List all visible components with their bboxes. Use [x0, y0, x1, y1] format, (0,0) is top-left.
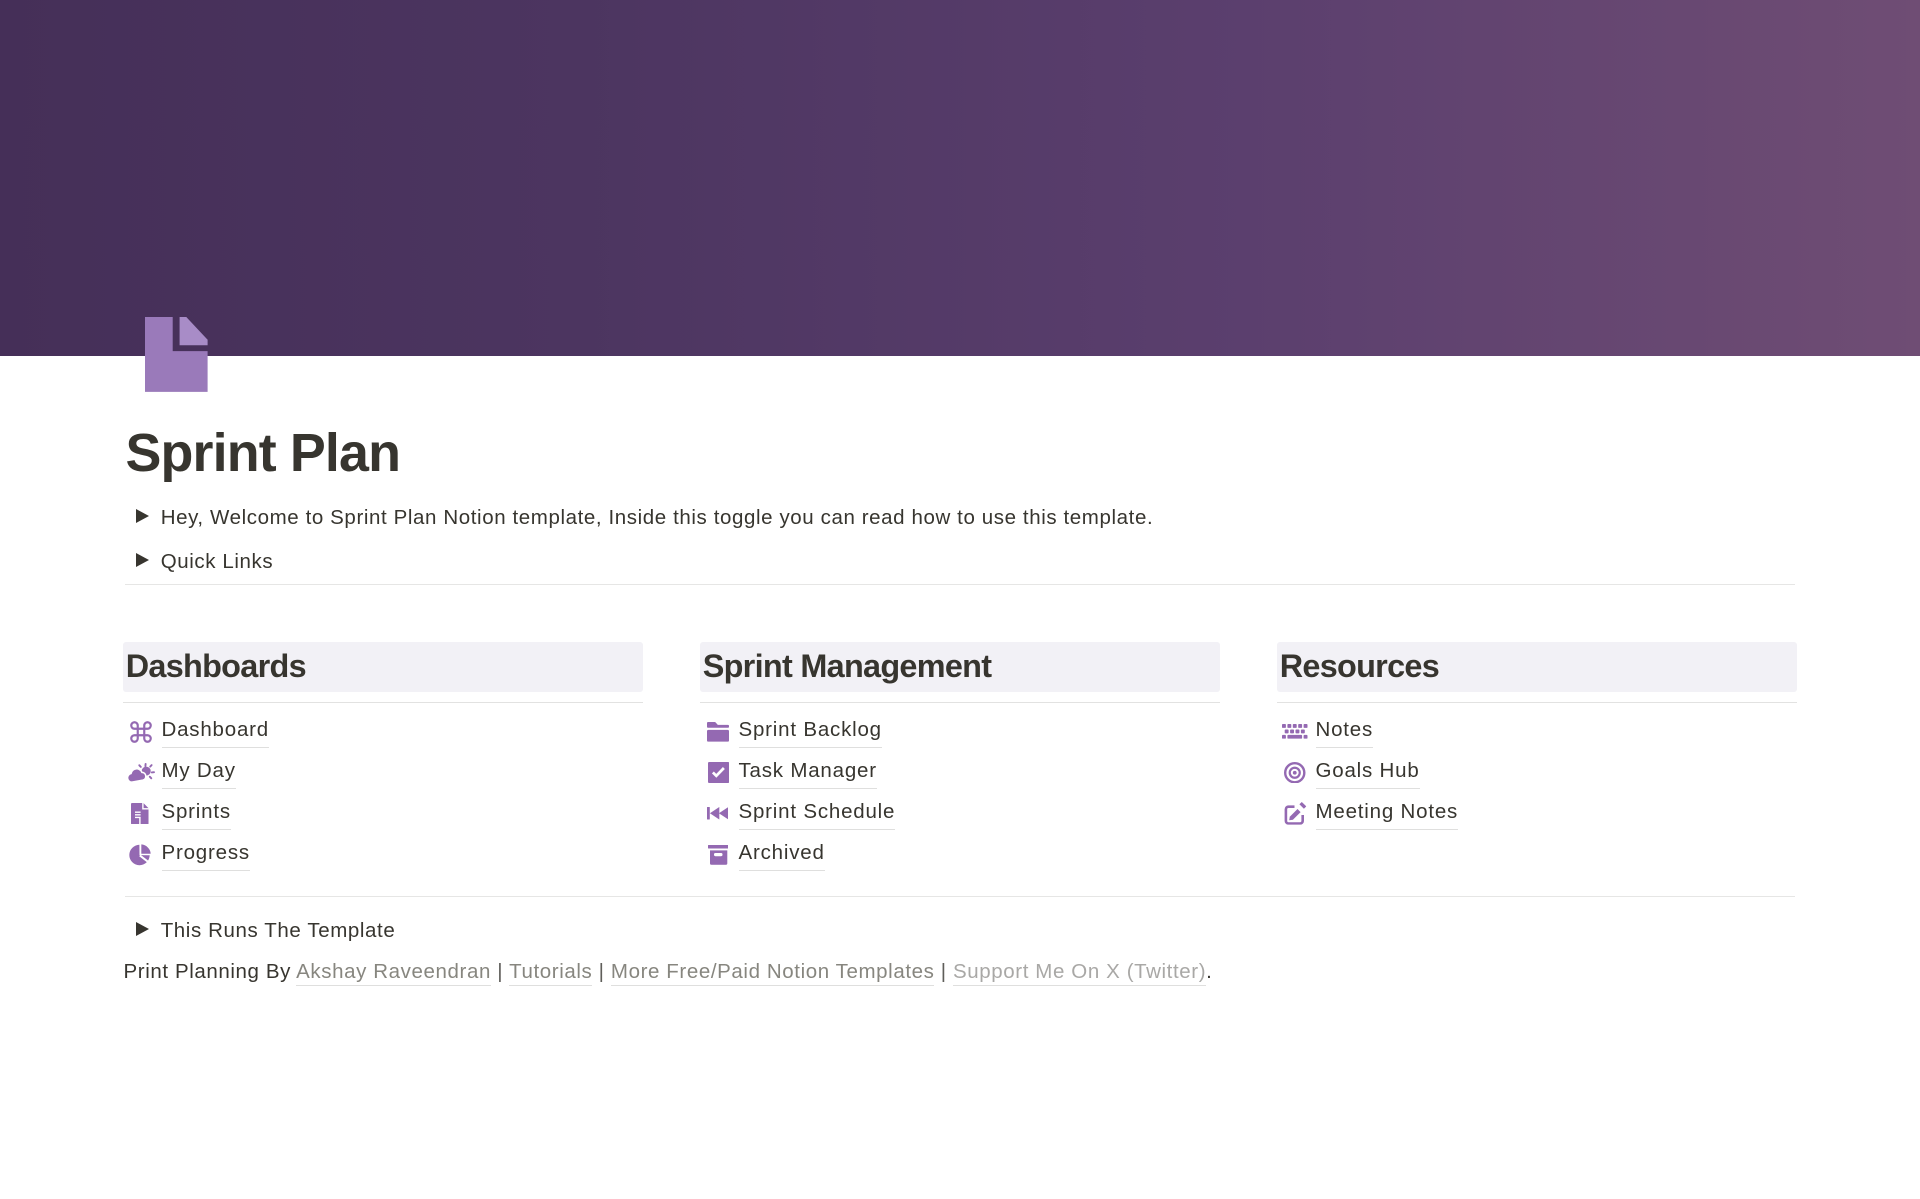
- toggle-label: Hey, Welcome to Sprint Plan Notion templ…: [161, 503, 1154, 532]
- page-link-task-manager[interactable]: Task Manager: [700, 752, 1220, 793]
- edit-icon: [1283, 793, 1307, 834]
- columns: Dashboards Dashboard My Day Sprints Prog…: [123, 642, 1797, 875]
- column-resources: Resources Notes Goals Hub Meeting Notes: [1277, 642, 1797, 875]
- toggle-quick-links[interactable]: Quick Links: [123, 540, 1797, 584]
- toggle-label: Quick Links: [161, 547, 274, 576]
- keyboard-icon: [1283, 711, 1307, 752]
- column-divider: [1277, 702, 1797, 703]
- toggle-runs-template[interactable]: This Runs The Template: [123, 908, 1797, 952]
- link-list: Dashboard My Day Sprints Progress: [123, 711, 643, 875]
- column-header-title: Resources: [1280, 648, 1439, 685]
- page-link-progress[interactable]: Progress: [123, 834, 643, 875]
- column-header: Sprint Management: [700, 642, 1220, 692]
- footer-link-tutorials[interactable]: Tutorials: [509, 960, 592, 987]
- footer-suffix: .: [1206, 960, 1212, 983]
- cover-image: [0, 0, 1920, 356]
- page-link-sprint-schedule[interactable]: Sprint Schedule: [700, 793, 1220, 834]
- column-header-title: Dashboards: [126, 648, 306, 685]
- toggle-label: This Runs The Template: [161, 916, 396, 945]
- rewind-icon: [706, 793, 730, 834]
- footer-credits: Print Planning By Akshay Raveendran | Tu…: [124, 957, 1798, 986]
- column-dashboards: Dashboards Dashboard My Day Sprints Prog…: [123, 642, 643, 875]
- sun-behind-cloud-icon: [129, 752, 153, 793]
- toggle-triangle-icon[interactable]: [130, 550, 154, 574]
- page-link-my-day[interactable]: My Day: [123, 752, 643, 793]
- archive-icon: [706, 834, 730, 875]
- column-header: Resources: [1277, 642, 1797, 692]
- column-divider: [700, 702, 1220, 703]
- footer-link-templates[interactable]: More Free/Paid Notion Templates: [611, 960, 935, 987]
- divider: [125, 584, 1795, 585]
- footer-separator: |: [491, 960, 509, 983]
- folder-icon: [706, 711, 730, 752]
- link-list: Sprint Backlog Task Manager Sprint Sched…: [700, 711, 1220, 875]
- column-header: Dashboards: [123, 642, 643, 692]
- page-link-goals-hub[interactable]: Goals Hub: [1277, 752, 1797, 793]
- column-header-title: Sprint Management: [703, 648, 992, 685]
- link-list: Notes Goals Hub Meeting Notes: [1277, 711, 1797, 834]
- page-link-sprint-backlog[interactable]: Sprint Backlog: [700, 711, 1220, 752]
- footer-link-support[interactable]: Support Me On X (Twitter): [953, 960, 1206, 987]
- toggle-triangle-icon[interactable]: [130, 506, 154, 530]
- toggle-triangle-icon[interactable]: [130, 918, 154, 942]
- page-link-dashboard[interactable]: Dashboard: [123, 711, 643, 752]
- divider: [125, 896, 1795, 897]
- command-icon: [129, 711, 153, 752]
- page-link-meeting-notes[interactable]: Meeting Notes: [1277, 793, 1797, 834]
- page-link-archived[interactable]: Archived: [700, 834, 1220, 875]
- footer-prefix: Print Planning By: [124, 960, 291, 983]
- column-sprint-management: Sprint Management Sprint Backlog Task Ma…: [700, 642, 1220, 875]
- page-body: Sprint Plan Hey, Welcome to Sprint Plan …: [123, 356, 1797, 986]
- target-icon: [1283, 752, 1307, 793]
- page-link-notes[interactable]: Notes: [1277, 711, 1797, 752]
- toggle-welcome[interactable]: Hey, Welcome to Sprint Plan Notion templ…: [123, 496, 1797, 540]
- pie-chart-icon: [129, 834, 153, 875]
- page-title: Sprint Plan: [126, 421, 1798, 486]
- checkbox-icon: [706, 752, 730, 793]
- page-link-sprints[interactable]: Sprints: [123, 793, 643, 834]
- footer-separator: |: [592, 960, 611, 983]
- document-icon: [129, 793, 153, 834]
- footer-separator: |: [934, 960, 953, 983]
- footer-link-author[interactable]: Akshay Raveendran: [296, 960, 491, 987]
- column-divider: [123, 702, 643, 703]
